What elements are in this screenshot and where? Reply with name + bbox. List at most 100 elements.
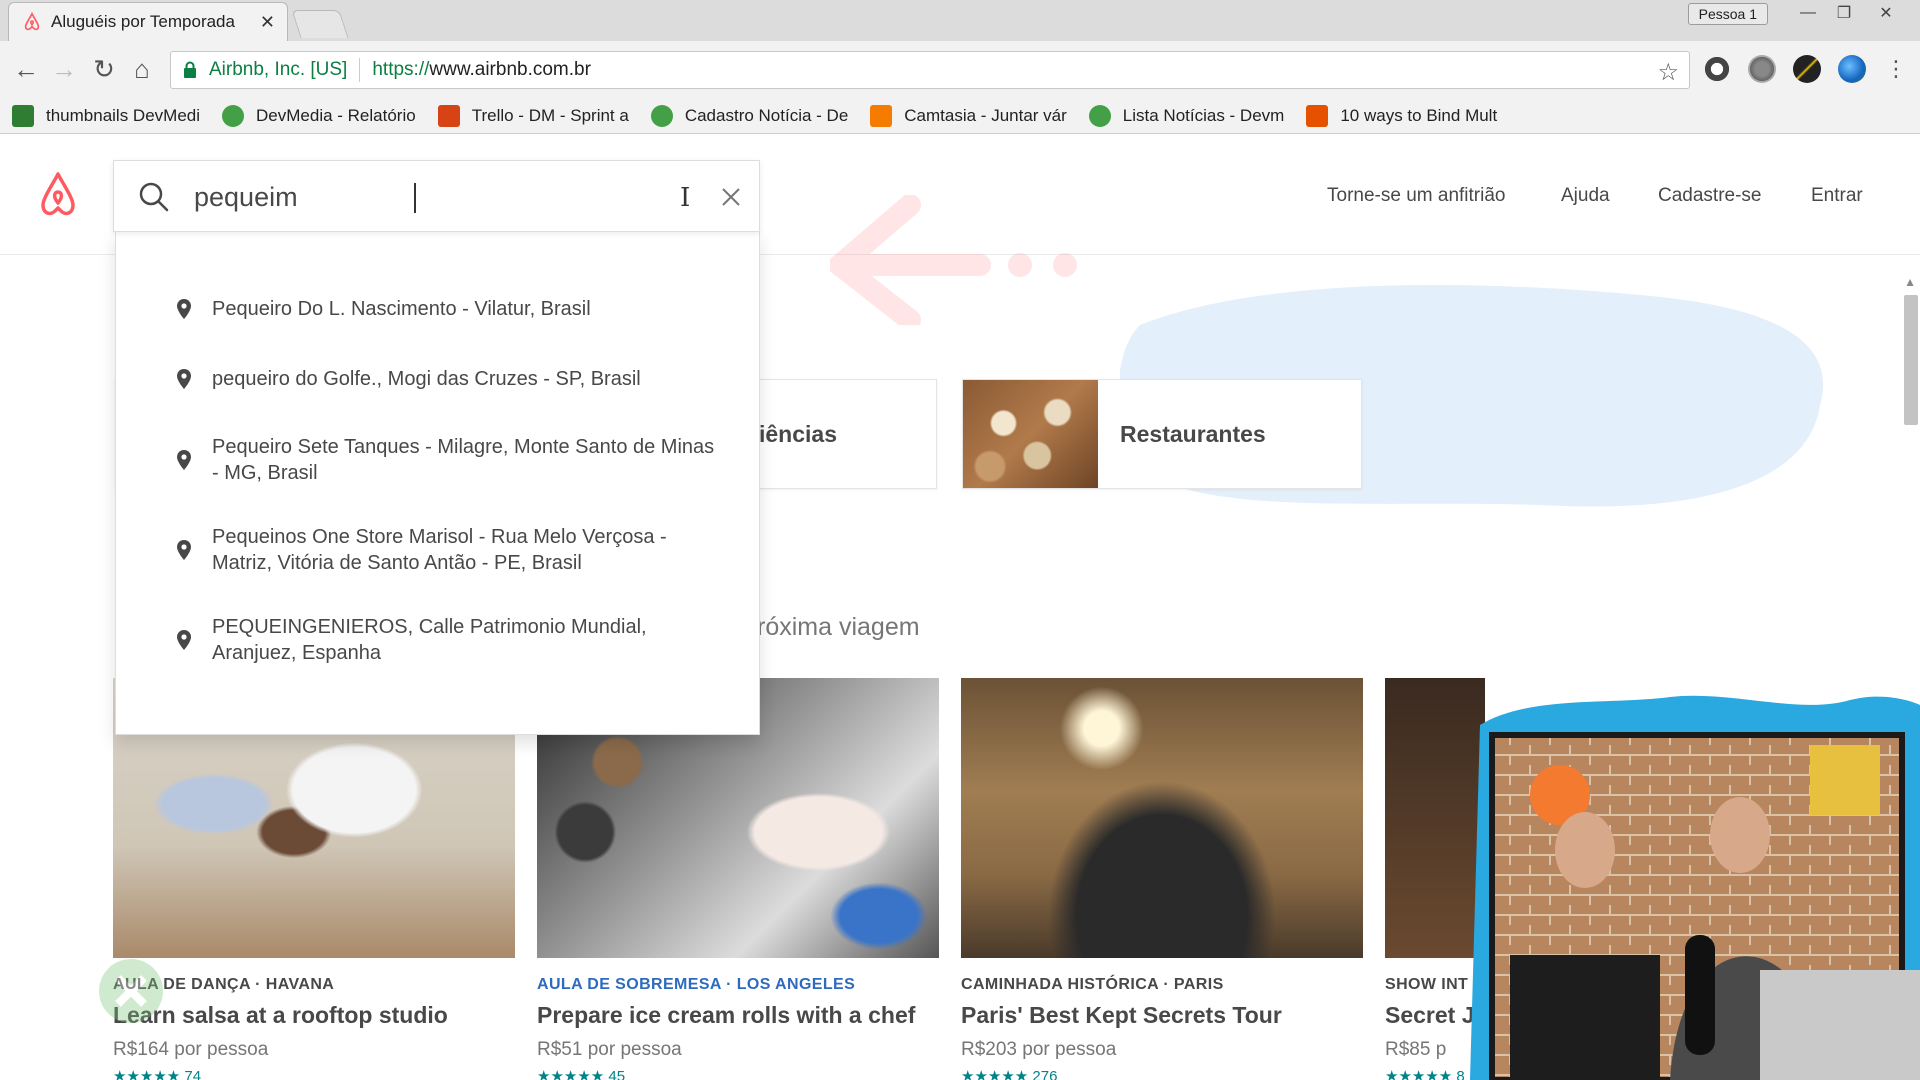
experience-rating: ★★★★★ 74 xyxy=(113,1068,202,1080)
tab-close-icon[interactable]: ✕ xyxy=(260,12,275,33)
bookmark-item[interactable]: Cadastro Notícia - De xyxy=(650,104,849,127)
scroll-up-arrow-icon[interactable]: ▲ xyxy=(1904,275,1916,289)
back-icon[interactable]: ← xyxy=(10,53,42,85)
restaurants-thumbnail xyxy=(963,380,1098,488)
suggestion-item[interactable]: Pequeiro Sete Tanques - Milagre, Monte S… xyxy=(116,414,759,506)
location-pin-icon xyxy=(177,450,191,470)
suggestion-item[interactable]: PEQUEINGENIEROS, Calle Patrimonio Mundia… xyxy=(116,594,759,686)
section-subtitle: róxima viagem xyxy=(757,613,920,641)
experience-price: R$203 por pessoa xyxy=(961,1039,1117,1060)
address-bar[interactable]: Airbnb, Inc. [US] https://www.airbnb.com… xyxy=(170,51,1690,89)
url-scheme: https:// xyxy=(372,59,430,80)
url-host: www.airbnb.com.br xyxy=(429,59,591,80)
sheets-icon xyxy=(12,104,34,127)
tab-title: Aluguéis por Temporada xyxy=(51,12,235,31)
experience-photo xyxy=(961,678,1363,958)
experience-category: AULA DE SOBREMESA · LOS ANGELES xyxy=(537,976,856,993)
suggestion-item[interactable]: Pequeiro Do L. Nascimento - Vilatur, Bra… xyxy=(116,274,759,344)
category-label: Restaurantes xyxy=(1120,420,1266,447)
extension-globe-icon[interactable] xyxy=(1838,55,1866,83)
extension-gear-icon[interactable] xyxy=(1748,55,1776,83)
nav-become-host[interactable]: Torne-se um anfitrião xyxy=(1327,185,1505,207)
scrollbar-thumb[interactable] xyxy=(1904,295,1918,425)
suggestion-item[interactable]: pequeiro do Golfe., Mogi das Cruzes - SP… xyxy=(116,344,759,414)
suggestion-text: PEQUEINGENIEROS, Calle Patrimonio Mundia… xyxy=(212,616,647,664)
restore-icon[interactable]: ❐ xyxy=(1828,2,1860,24)
bookmark-item[interactable]: Lista Notícias - Devm xyxy=(1088,104,1285,127)
profile-button[interactable]: Pessoa 1 xyxy=(1687,3,1768,25)
camtasia-icon xyxy=(870,104,893,127)
browser-tab[interactable]: Aluguéis por Temporada ✕ xyxy=(8,2,288,41)
suggestion-text: pequeiro do Golfe., Mogi das Cruzes - SP… xyxy=(212,368,641,390)
extension-cloud-icon[interactable] xyxy=(1703,55,1731,83)
location-pin-icon xyxy=(177,299,191,319)
nav-help[interactable]: Ajuda xyxy=(1561,185,1610,207)
experience-price: R$51 por pessoa xyxy=(537,1039,682,1060)
experience-rating: ★★★★★ 276 xyxy=(961,1068,1058,1080)
experience-rating: ★★★★★ 45 xyxy=(537,1068,626,1080)
mouse-ibeam-cursor: I xyxy=(680,183,691,213)
experience-card[interactable]: AULA DE SOBREMESA · LOS ANGELES Prepare … xyxy=(537,678,939,1080)
suggestion-text: Pequeiro Sete Tanques - Milagre, Monte S… xyxy=(212,436,715,484)
bookmark-item[interactable]: Trello - DM - Sprint a xyxy=(437,104,629,127)
bookmark-label: Trello - DM - Sprint a xyxy=(471,105,629,125)
suggestion-item[interactable]: Pequeinos One Store Marisol - Rua Melo V… xyxy=(116,506,759,594)
webcam-overlay xyxy=(1470,695,1920,1080)
experience-card[interactable]: AULA DE DANÇA · HAVANA Learn salsa at a … xyxy=(113,678,515,1080)
annotation-arrow xyxy=(830,195,1077,325)
text-caret xyxy=(414,183,416,213)
experience-title: Learn salsa at a rooftop studio xyxy=(113,1002,448,1028)
airbnb-logo-icon[interactable] xyxy=(36,171,80,219)
bookmark-label: 10 ways to Bind Mult xyxy=(1340,105,1498,125)
bookmark-item[interactable]: thumbnails DevMedi xyxy=(12,104,201,127)
experience-category: CAMINHADA HISTÓRICA · PARIS xyxy=(961,976,1224,993)
search-bar[interactable]: I xyxy=(113,160,760,232)
bookmark-star-icon[interactable]: ☆ xyxy=(1657,58,1679,87)
experience-card[interactable]: CAMINHADA HISTÓRICA · PARIS Paris' Best … xyxy=(961,678,1363,1080)
bookmark-label: thumbnails DevMedi xyxy=(46,105,201,125)
experience-price: R$164 por pessoa xyxy=(113,1039,269,1060)
forward-icon[interactable]: → xyxy=(48,53,80,85)
minimize-icon[interactable]: — xyxy=(1792,2,1824,24)
bookmarks-bar: thumbnails DevMedi DevMedia - Relatório … xyxy=(0,98,1920,134)
category-card-restaurants[interactable]: Restaurantes xyxy=(962,379,1362,489)
location-pin-icon xyxy=(177,540,191,560)
search-icon xyxy=(139,182,169,212)
tab-strip: Aluguéis por Temporada ✕ Pessoa 1 — ❐ ✕ xyxy=(0,0,1920,41)
experience-title: Prepare ice cream rolls with a chef xyxy=(537,1002,916,1028)
bookmark-label: Camtasia - Juntar vár xyxy=(904,105,1067,125)
close-window-icon[interactable]: ✕ xyxy=(1870,2,1902,24)
suggestion-text: Pequeiro Do L. Nascimento - Vilatur, Bra… xyxy=(212,298,591,320)
devmedia-icon xyxy=(1088,104,1111,127)
bookmark-label: Cadastro Notícia - De xyxy=(684,105,849,125)
location-pin-icon xyxy=(177,630,191,650)
bookmark-item[interactable]: Camtasia - Juntar vár xyxy=(870,104,1067,127)
home-icon[interactable]: ⌂ xyxy=(126,53,158,85)
extension-bolt-icon[interactable] xyxy=(1793,55,1821,83)
experience-title: Paris' Best Kept Secrets Tour xyxy=(961,1002,1282,1028)
browser-toolbar: ← → ↻ ⌂ Airbnb, Inc. [US] https://www.ai… xyxy=(0,41,1920,98)
search-suggestions: Pequeiro Do L. Nascimento - Vilatur, Bra… xyxy=(115,231,760,735)
clear-icon[interactable] xyxy=(717,183,745,211)
url-text: https://www.airbnb.com.br xyxy=(372,59,591,81)
trello-icon xyxy=(437,104,460,127)
search-input[interactable] xyxy=(194,175,664,219)
bookmark-item[interactable]: DevMedia - Relatório xyxy=(222,104,416,127)
bookmark-label: DevMedia - Relatório xyxy=(256,105,416,125)
menu-kebab-icon[interactable]: ⋮ xyxy=(1880,53,1912,85)
channel-watermark-icon xyxy=(99,959,163,1023)
bookmark-label: Lista Notícias - Devm xyxy=(1122,105,1285,125)
location-pin-icon xyxy=(177,369,191,389)
lock-icon xyxy=(184,61,196,78)
site-identity: Airbnb, Inc. [US] xyxy=(209,59,348,80)
reload-icon[interactable]: ↻ xyxy=(88,53,120,85)
url-divider xyxy=(359,58,361,82)
airbnb-favicon-icon xyxy=(24,11,40,31)
bookmark-item[interactable]: 10 ways to Bind Mult xyxy=(1306,104,1498,127)
article-icon xyxy=(1306,104,1329,127)
nav-signup[interactable]: Cadastre-se xyxy=(1658,185,1762,207)
nav-login[interactable]: Entrar xyxy=(1811,185,1863,207)
browser-window: { "browser": { "tab": { "title": "Alugué… xyxy=(0,0,1920,1080)
devmedia-icon xyxy=(650,104,673,127)
new-tab-button[interactable] xyxy=(291,10,349,38)
